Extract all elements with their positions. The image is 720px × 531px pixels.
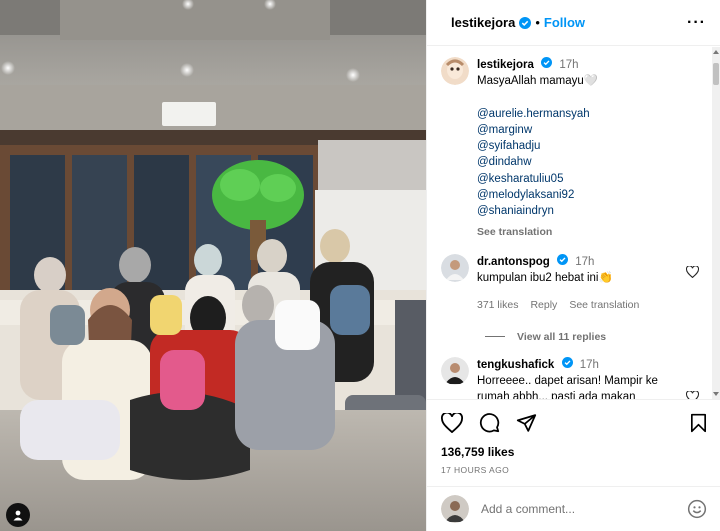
caption-text: MasyaAllah mamayu🤍 [477,75,599,88]
current-user-avatar-image [441,495,469,523]
scroll-up-arrow-icon[interactable] [713,50,719,54]
comment-username[interactable]: tengkushafick [477,359,554,371]
comments-scrollbar[interactable] [712,47,720,399]
post-side-panel: lestikejora • Follow ··· lestikejora 17h… [426,0,720,531]
comment-icon[interactable] [479,412,500,433]
verified-badge-icon [519,16,532,29]
comment-likes-count[interactable]: 371 likes [477,297,518,313]
avatar[interactable] [441,253,469,282]
verified-badge-icon [557,253,569,265]
avatar [441,495,469,523]
view-replies-button[interactable]: View all 11 replies [485,331,713,343]
post-actions-section: 136,759 likes 17 HOURS AGO [427,399,720,485]
heart-icon[interactable] [441,412,463,433]
see-translation-link[interactable]: See translation [477,224,687,240]
emoji-icon[interactable] [687,499,707,519]
comment-time[interactable]: 17h [575,256,594,268]
mention-link[interactable]: @dindahw [477,154,687,170]
user-tag-icon [13,510,23,521]
add-comment-bar [427,486,720,531]
comment-text: kumpulan ibu2 hebat ini👏 [477,272,613,285]
mention-link[interactable]: @kesharatuliu05 [477,171,687,187]
share-icon[interactable] [516,413,537,433]
author-username[interactable]: lestikejora [451,15,515,30]
heart-icon[interactable] [686,265,699,278]
action-bar [441,412,707,433]
user-tags-button[interactable] [6,503,30,527]
mention-link[interactable]: @melodylaksani92 [477,187,687,203]
verified-badge-icon [561,356,573,368]
mention-link[interactable]: @marginw [477,122,687,138]
author-avatar-image [441,57,469,85]
avatar[interactable] [441,356,469,385]
follow-button[interactable]: Follow [544,15,585,30]
comments-list[interactable]: lestikejora 17h MasyaAllah mamayu🤍 @aure… [427,47,713,399]
more-options-button[interactable]: ··· [687,14,706,32]
post-photo[interactable] [0,0,426,531]
scroll-thumb[interactable] [713,63,719,85]
comment-meta: 371 likes Reply See translation [477,297,687,313]
commenter-avatar-image [441,356,469,385]
post-header: lestikejora • Follow ··· [427,0,720,46]
bookmark-icon[interactable] [690,413,707,433]
see-translation-link[interactable]: See translation [569,297,639,313]
reply-button[interactable]: Reply [530,297,557,313]
comment-time[interactable]: 17h [580,359,599,371]
separator-dot: • [535,15,540,30]
comment-input[interactable] [481,502,687,516]
comment-item: tengkushafick 17h Horreeee.. dapet arisa… [441,356,713,399]
caption-time[interactable]: 17h [559,59,578,71]
replies-divider [485,336,505,338]
caption-username[interactable]: lestikejora [477,59,534,71]
caption: lestikejora 17h MasyaAllah mamayu🤍 @aure… [441,57,713,240]
heart-icon[interactable] [686,390,699,399]
likes-count[interactable]: 136,759 likes [441,445,707,459]
mention-link[interactable]: @syifahadju [477,138,687,154]
mention-link[interactable]: @shaniaindryn [477,203,687,219]
group-photo-image [0,0,426,531]
comment-text: Horreeee.. dapet arisan! Mampir ke rumah… [477,375,658,399]
post-timestamp[interactable]: 17 HOURS AGO [441,465,707,475]
view-replies-label: View all 11 replies [517,330,607,343]
scroll-down-arrow-icon[interactable] [713,392,719,396]
mention-link[interactable]: @aurelie.hermansyah [477,106,687,122]
comment-username[interactable]: dr.antonspog [477,256,550,268]
commenter-avatar-image [441,253,469,282]
comment-item: dr.antonspog 17h kumpulan ibu2 hebat ini… [441,253,713,313]
avatar[interactable] [441,57,469,85]
verified-badge-icon [541,57,553,68]
